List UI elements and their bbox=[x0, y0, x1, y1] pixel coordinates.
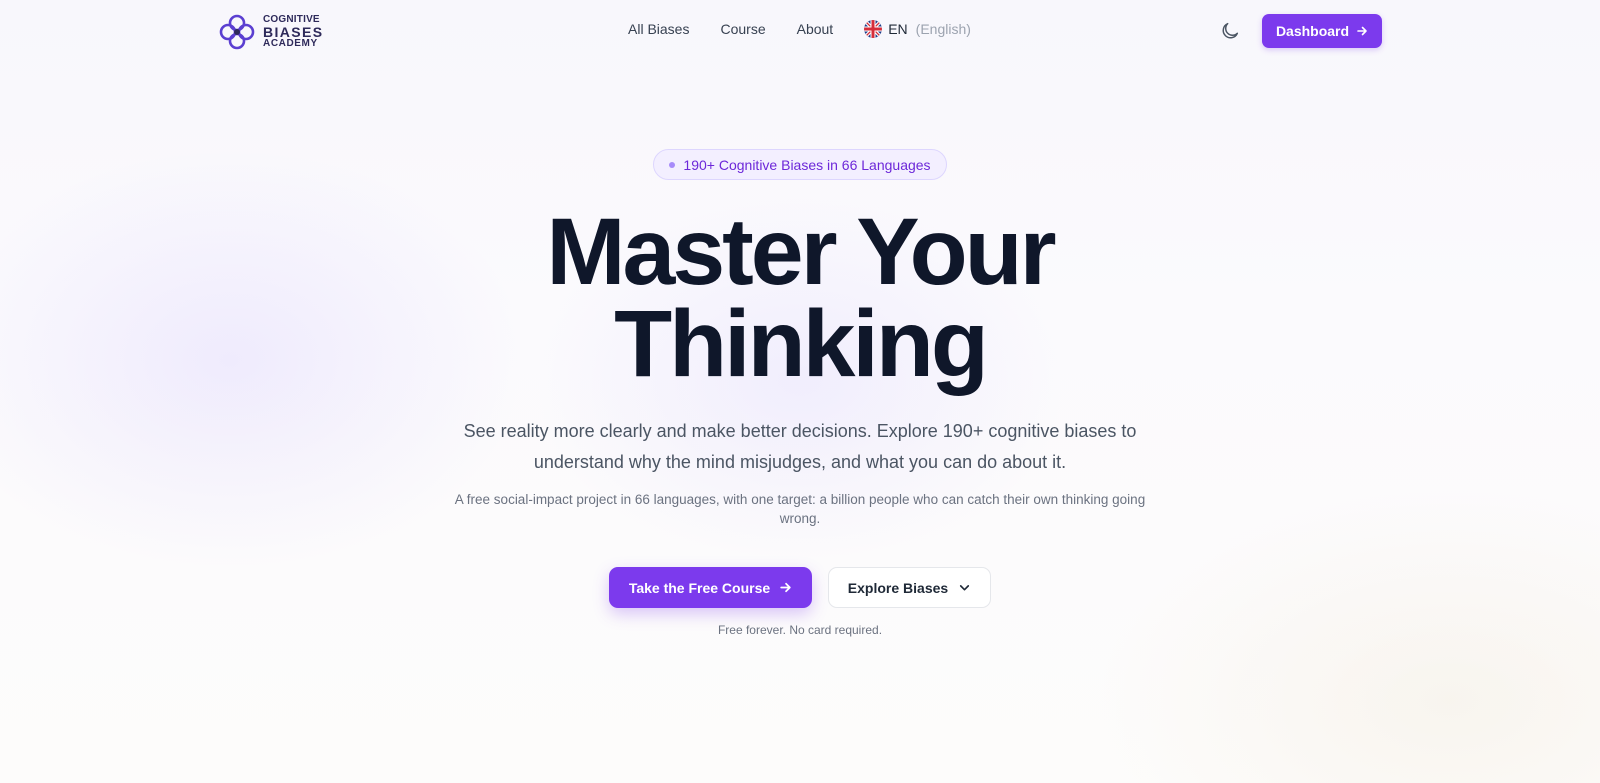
language-name: (English) bbox=[915, 21, 971, 37]
nav-link-course[interactable]: Course bbox=[720, 21, 765, 37]
hero-subtitle: See reality more clearly and make better… bbox=[463, 421, 1137, 472]
uk-flag-icon bbox=[864, 20, 883, 38]
language-code: EN bbox=[888, 21, 908, 37]
logo-icon bbox=[219, 14, 255, 50]
logo-line-2: BIASES bbox=[263, 24, 324, 40]
hero-headline: Master Your Thinking bbox=[300, 199, 1300, 397]
language-selector[interactable]: EN (English) bbox=[864, 20, 971, 38]
top-nav: COGNITIVE BIASES ACADEMY All Biases Cour… bbox=[0, 0, 1600, 62]
logo-line-3: ACADEMY bbox=[263, 38, 318, 49]
nav-links: All Biases Course About EN (English) bbox=[628, 20, 971, 38]
hero-note: A free social-impact project in 66 langu… bbox=[454, 492, 1146, 526]
badge-dot-icon bbox=[669, 161, 676, 168]
take-free-course-label: Take the Free Course bbox=[628, 579, 771, 596]
dashboard-button-label: Dashboard bbox=[1275, 23, 1350, 39]
cta-footnote: Free forever. No card required. bbox=[717, 623, 883, 637]
chevron-down-icon bbox=[960, 585, 970, 591]
headline-line-2: Thinking bbox=[614, 291, 989, 397]
nav-link-about[interactable]: About bbox=[797, 21, 834, 37]
headline-line-1: Master Your bbox=[546, 199, 1056, 305]
arrow-right-icon bbox=[1357, 26, 1367, 36]
hero-badge-text: 190+ Cognitive Biases in 66 Languages bbox=[683, 156, 931, 173]
moon-icon bbox=[1222, 22, 1239, 39]
take-free-course-button[interactable]: Take the Free Course bbox=[609, 567, 812, 608]
dashboard-button[interactable]: Dashboard bbox=[1262, 14, 1382, 48]
arrow-right-icon bbox=[780, 582, 791, 593]
logo[interactable]: COGNITIVE BIASES ACADEMY bbox=[217, 12, 324, 52]
theme-toggle-button[interactable] bbox=[1219, 20, 1241, 42]
hero-section: 190+ Cognitive Biases in 66 Languages Ma… bbox=[0, 0, 1600, 783]
explore-biases-button[interactable]: Explore Biases bbox=[828, 567, 991, 608]
hero-badge: 190+ Cognitive Biases in 66 Languages bbox=[653, 149, 947, 180]
explore-biases-label: Explore Biases bbox=[847, 579, 949, 596]
logo-wordmark: COGNITIVE BIASES ACADEMY bbox=[263, 15, 324, 49]
nav-link-all-biases[interactable]: All Biases bbox=[628, 21, 689, 37]
